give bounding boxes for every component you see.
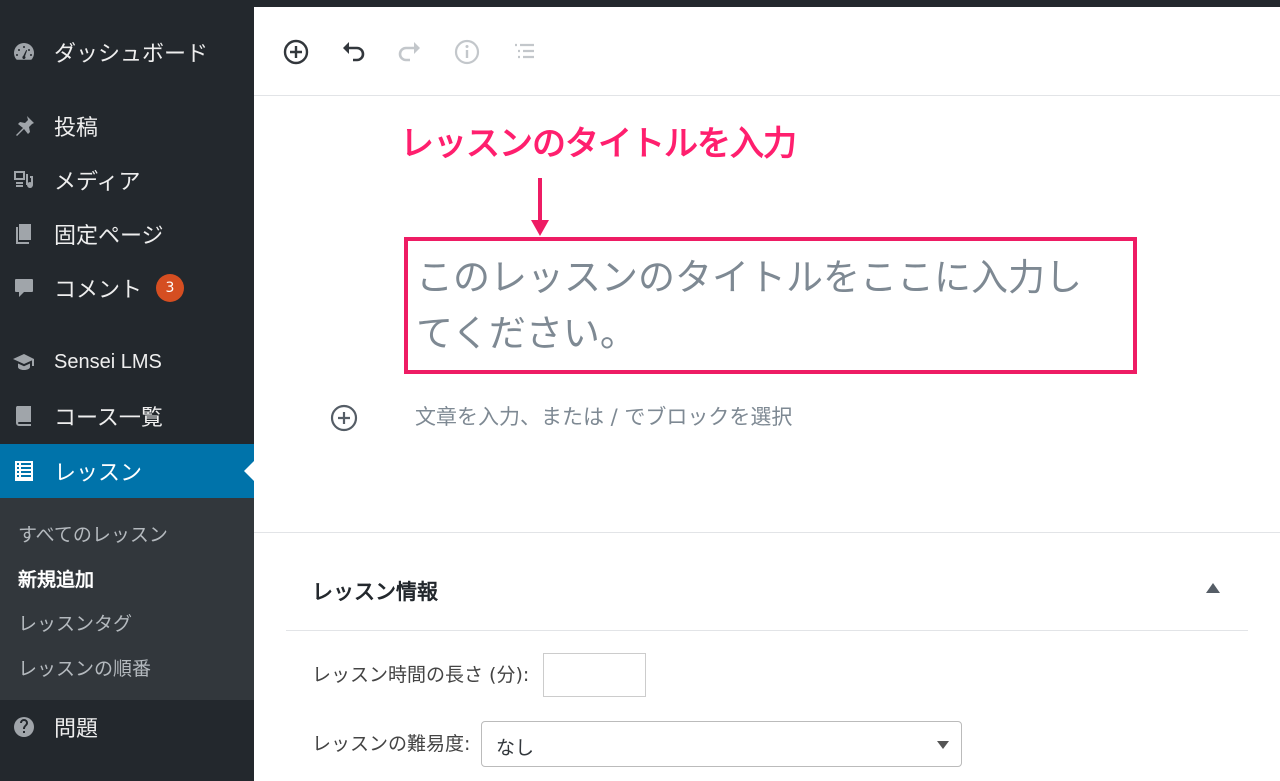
redo-button[interactable] [395, 37, 425, 67]
inline-inserter-icon[interactable] [329, 403, 359, 433]
menu-label: コメント [54, 278, 143, 303]
graduation-cap-icon [11, 349, 37, 375]
redo-icon [398, 42, 420, 62]
submenu-lesson-tags[interactable]: レッスンタグ [18, 609, 132, 636]
add-block-button[interactable] [281, 37, 311, 67]
menu-label: レッスン [54, 461, 143, 486]
menu-label: 問題 [54, 717, 99, 742]
question-icon [11, 714, 37, 740]
menu-item-pages[interactable]: 固定ページ [0, 207, 254, 261]
info-button[interactable] [452, 37, 482, 67]
page-icon [11, 221, 37, 247]
paragraph-block-placeholder[interactable]: 文章を入力、または / でブロックを選択 [415, 401, 792, 431]
lesson-length-label: レッスン時間の長さ (分): [312, 664, 530, 686]
menu-label: 投稿 [54, 116, 99, 141]
lessons-submenu: すべてのレッスン 新規追加 レッスンタグ レッスンの順番 [0, 498, 254, 700]
triangle-up-icon [1206, 583, 1220, 593]
menu-item-lessons[interactable]: レッスン [0, 444, 254, 498]
lesson-difficulty-select[interactable]: なし [481, 721, 962, 767]
dashboard-icon [11, 39, 37, 65]
menu-item-questions[interactable]: 問題 [0, 700, 254, 754]
menu-item-dashboard[interactable]: ダッシュボード [0, 25, 254, 79]
add-block-icon [283, 39, 309, 65]
lesson-info-panel-title[interactable]: レッスン情報 [312, 576, 438, 606]
submenu-add-new[interactable]: 新規追加 [18, 565, 94, 592]
menu-label: 固定ページ [54, 224, 164, 249]
menu-item-courses[interactable]: コース一覧 [0, 389, 254, 443]
pin-icon [11, 113, 37, 139]
chevron-down-icon [937, 741, 949, 749]
menu-label: コース一覧 [54, 406, 163, 431]
post-title-input[interactable]: このレッスンのタイトルをここに入力してください。 [416, 250, 1116, 362]
submenu-all-lessons[interactable]: すべてのレッスン [18, 520, 168, 547]
annotation-label: レッスンのタイトルを入力 [400, 124, 797, 164]
editor-toolbar [254, 7, 1280, 96]
menu-item-comments[interactable]: コメント 3 [0, 261, 254, 315]
comment-icon [11, 275, 37, 301]
submenu-lesson-order[interactable]: レッスンの順番 [18, 654, 151, 681]
panel-divider [286, 630, 1248, 631]
outline-button[interactable] [509, 37, 539, 67]
info-icon [454, 39, 480, 65]
menu-label: メディア [54, 170, 141, 195]
panel-collapse-button[interactable] [1203, 578, 1223, 598]
difficulty-selected-value: なし [496, 737, 535, 759]
book-icon [11, 403, 37, 429]
lesson-difficulty-label: レッスンの難易度: [312, 733, 471, 755]
menu-label: ダッシュボード [54, 42, 209, 67]
list-icon [11, 458, 37, 484]
admin-top-bar [0, 0, 1280, 7]
menu-item-posts[interactable]: 投稿 [0, 99, 254, 153]
metabox-divider [254, 532, 1280, 533]
media-icon [11, 167, 37, 193]
menu-item-sensei-lms[interactable]: Sensei LMS [0, 335, 254, 389]
menu-label: Sensei LMS [54, 350, 162, 373]
lesson-length-input[interactable] [543, 653, 646, 697]
comment-count-badge: 3 [156, 274, 185, 302]
undo-icon [343, 42, 365, 62]
undo-button[interactable] [338, 37, 368, 67]
annotation-arrow-icon [531, 178, 549, 236]
outline-icon [515, 43, 534, 59]
menu-item-media[interactable]: メディア [0, 153, 254, 207]
